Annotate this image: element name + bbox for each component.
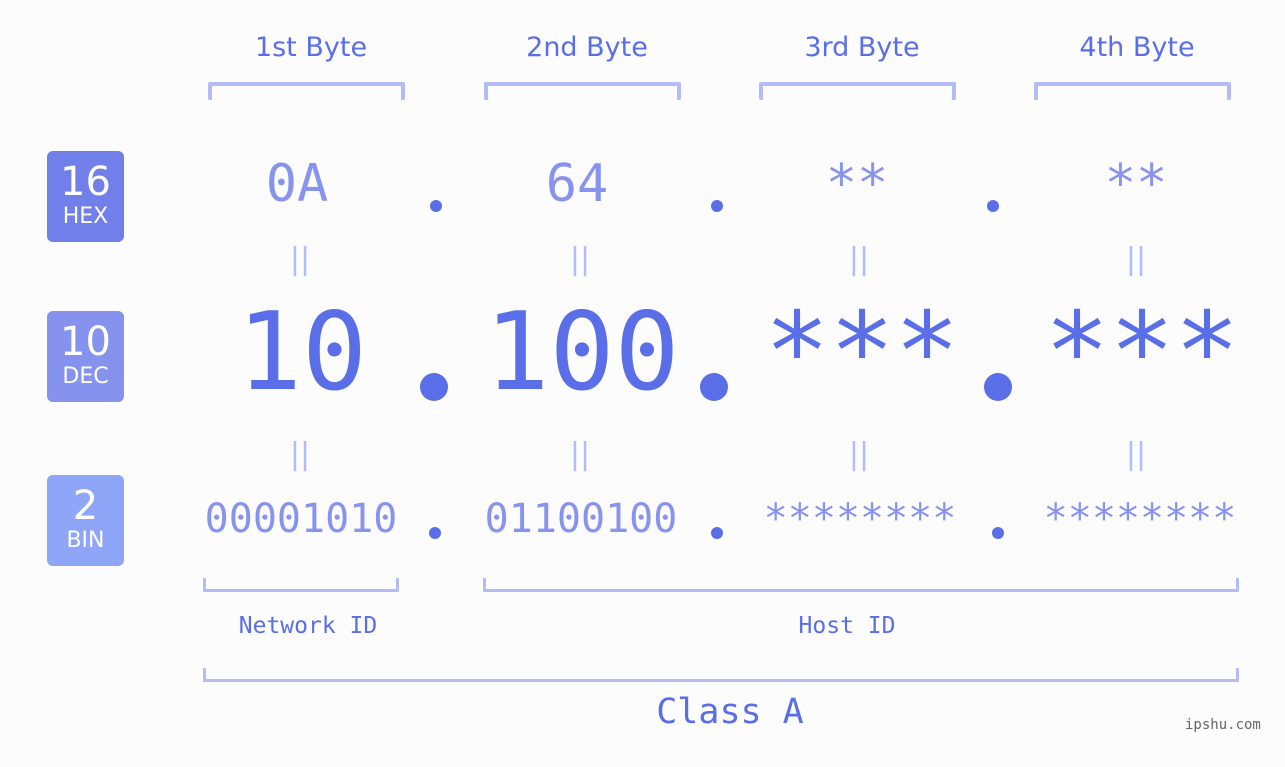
byte-bracket-1 [208,82,405,100]
dec-separator-dot [700,373,728,401]
dec-byte-3: *** [764,290,960,415]
equals-sign: || [848,437,870,472]
dec-byte-1: 10 [236,290,368,415]
bin-separator-dot [711,527,723,539]
bin-separator-dot [992,527,1004,539]
equals-sign: || [569,242,591,277]
dec-base-label: DEC [62,364,109,389]
dec-badge: 10 DEC [47,311,124,402]
hex-base-number: 16 [60,159,111,205]
hex-separator-dot [430,200,442,212]
network-id-bracket [203,578,399,592]
equals-sign: || [569,437,591,472]
hex-separator-dot [987,200,999,212]
hex-byte-2: 64 [545,154,609,214]
bin-byte-1: 00001010 [204,496,398,542]
byte-header-4: 4th Byte [1079,32,1195,63]
byte-bracket-3 [759,82,956,100]
bin-badge: 2 BIN [47,475,124,566]
host-id-bracket [483,578,1239,592]
byte-bracket-2 [484,82,681,100]
bin-base-label: BIN [66,528,105,553]
bin-separator-dot [429,527,441,539]
hex-separator-dot [711,200,723,212]
hex-base-label: HEX [62,204,109,229]
bin-byte-3: ******** [763,496,957,542]
equals-sign: || [1125,437,1147,472]
dec-byte-4: *** [1044,290,1240,415]
bin-byte-4: ******** [1043,496,1237,542]
equals-sign: || [289,242,311,277]
hex-badge: 16 HEX [47,151,124,242]
byte-bracket-4 [1034,82,1231,100]
dec-base-number: 10 [60,319,111,365]
byte-header-2: 2nd Byte [526,32,648,63]
bin-byte-2: 01100100 [484,496,678,542]
class-bracket [203,668,1239,682]
hex-byte-4: ** [1104,154,1168,214]
host-id-label: Host ID [798,613,896,639]
dec-separator-dot [420,373,448,401]
dec-byte-2: 100 [484,290,680,415]
equals-sign: || [848,242,870,277]
class-label: Class A [656,692,804,732]
equals-sign: || [289,437,311,472]
watermark: ipshu.com [1185,717,1261,733]
dec-separator-dot [984,373,1012,401]
network-id-label: Network ID [238,613,378,639]
byte-header-3: 3rd Byte [804,32,920,63]
bin-base-number: 2 [72,483,99,529]
equals-sign: || [1125,242,1147,277]
byte-header-1: 1st Byte [254,32,368,63]
hex-byte-1: 0A [265,154,329,214]
hex-byte-3: ** [825,154,889,214]
